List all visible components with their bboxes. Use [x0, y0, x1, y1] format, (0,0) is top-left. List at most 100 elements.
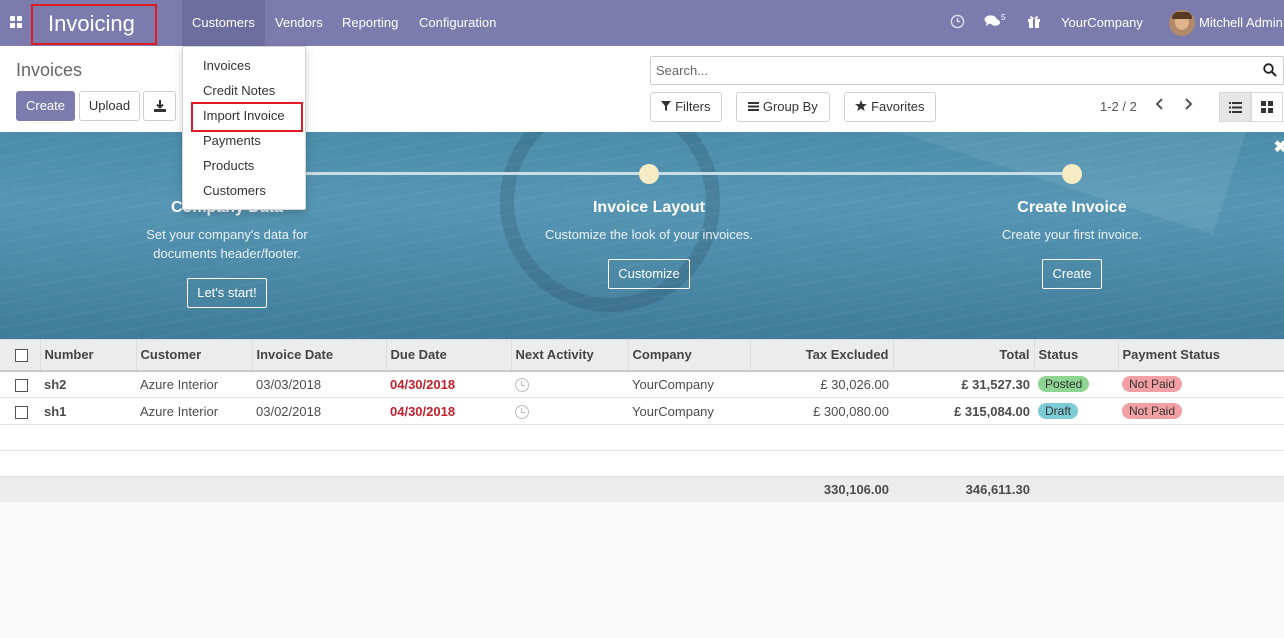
column-next-activity[interactable]: Next Activity: [510, 339, 628, 371]
dropdown-item-products[interactable]: Products: [203, 158, 254, 173]
favorites-label: Favorites: [871, 99, 925, 114]
step-description: Customize the look of your invoices.: [544, 227, 754, 242]
list-view-icon: [1228, 101, 1242, 113]
payment-status-badge: Not Paid: [1122, 376, 1183, 393]
total-amount: 346,611.30: [965, 481, 1030, 497]
step-description-2: documents header/footer.: [153, 246, 301, 261]
menu-customers[interactable]: Customers: [182, 0, 265, 46]
activity-clock-icon[interactable]: [950, 14, 965, 29]
cell-number: sh1: [44, 403, 67, 419]
apps-menu-icon[interactable]: [10, 16, 22, 28]
cell-tax-excluded: £ 300,080.00: [813, 403, 889, 419]
row-checkbox[interactable]: [15, 405, 28, 419]
column-tax-excluded[interactable]: Tax Excluded: [749, 339, 893, 371]
search-box: [650, 56, 1284, 85]
pager-next-icon[interactable]: [1183, 98, 1193, 110]
step-title: Create Invoice: [1017, 199, 1127, 216]
dropdown-item-credit-notes[interactable]: Credit Notes: [203, 83, 275, 98]
group-by-label: Group By: [762, 99, 818, 114]
column-total[interactable]: Total: [892, 339, 1034, 371]
activity-clock-icon[interactable]: [515, 404, 529, 419]
cell-company: YourCompany: [632, 403, 714, 419]
pager-value[interactable]: 1-2 / 2: [1100, 99, 1137, 114]
star-icon: [855, 100, 868, 111]
step-company-data: Company Data Set your company's data for…: [77, 199, 377, 308]
filter-icon: [661, 101, 672, 111]
step-dot-invoice-layout: [639, 164, 659, 184]
pager-previous-icon[interactable]: [1155, 98, 1165, 110]
kanban-view-button[interactable]: [1251, 92, 1283, 122]
dropdown-item-invoices[interactable]: Invoices: [203, 58, 251, 73]
row-checkbox[interactable]: [15, 378, 28, 392]
kanban-view-icon: [1261, 101, 1273, 113]
table-row[interactable]: sh1 Azure Interior 03/02/2018 04/30/2018…: [0, 397, 1284, 425]
upload-button[interactable]: Upload: [79, 91, 140, 121]
download-button[interactable]: [143, 91, 176, 121]
step-dot-create-invoice: [1062, 164, 1082, 184]
menu-vendors[interactable]: Vendors: [265, 0, 333, 46]
filters-button[interactable]: Filters: [650, 92, 722, 122]
group-by-button[interactable]: Group By: [736, 92, 830, 122]
invoice-table: Number Customer Invoice Date Due Date Ne…: [0, 339, 1284, 502]
cell-customer: Azure Interior: [140, 403, 219, 419]
cell-invoice-date: 03/02/2018: [256, 403, 322, 419]
step-description: Create your first invoice.: [1001, 227, 1143, 242]
cell-number: sh2: [44, 376, 67, 392]
menu-configuration[interactable]: Configuration: [409, 0, 506, 46]
download-icon: [153, 100, 166, 112]
status-badge: Draft: [1038, 403, 1079, 419]
messages-count-badge: 5: [1001, 13, 1006, 22]
app-title[interactable]: Invoicing: [31, 4, 157, 45]
top-navbar: Invoicing Customers Vendors Reporting Co…: [0, 0, 1284, 46]
user-avatar[interactable]: [1169, 10, 1195, 36]
search-input[interactable]: [651, 57, 1241, 84]
column-due-date[interactable]: Due Date: [385, 339, 511, 371]
menu-reporting[interactable]: Reporting: [332, 0, 408, 46]
lets-start-button[interactable]: Let's start!: [187, 278, 267, 308]
column-invoice-date[interactable]: Invoice Date: [251, 339, 386, 371]
column-customer[interactable]: Customer: [135, 339, 252, 371]
gift-icon[interactable]: [1027, 14, 1041, 28]
column-status[interactable]: Status: [1033, 339, 1118, 371]
dropdown-item-customers[interactable]: Customers: [203, 183, 266, 198]
customize-button[interactable]: Customize: [608, 259, 690, 289]
customers-dropdown-menu: Invoices Credit Notes Import Invoice Pay…: [182, 46, 306, 210]
status-badge: Posted: [1038, 376, 1090, 393]
list-view-button[interactable]: [1219, 92, 1251, 122]
activity-clock-icon[interactable]: [515, 378, 529, 393]
breadcrumb: Invoices: [16, 60, 83, 80]
cell-company: YourCompany: [632, 376, 714, 392]
empty-row: [0, 424, 1284, 451]
step-invoice-layout: Invoice Layout Customize the look of you…: [499, 199, 799, 289]
select-all-checkbox[interactable]: [15, 349, 28, 363]
cell-invoice-date: 03/03/2018: [256, 376, 322, 392]
user-menu[interactable]: Mitchell Admin: [1199, 0, 1283, 46]
search-icon[interactable]: [1263, 63, 1277, 77]
cell-due-date: 04/30/2018: [390, 403, 456, 419]
column-company[interactable]: Company: [627, 339, 750, 371]
group-by-icon: [748, 102, 760, 111]
filters-label: Filters: [675, 99, 711, 114]
cell-total: £ 31,527.30: [961, 376, 1030, 392]
dropdown-item-import-invoice[interactable]: Import Invoice: [203, 108, 285, 123]
cell-tax-excluded: £ 30,026.00: [820, 376, 889, 392]
company-switcher[interactable]: YourCompany: [1061, 0, 1143, 46]
table-row[interactable]: sh2 Azure Interior 03/03/2018 04/30/2018…: [0, 370, 1284, 398]
cell-customer: Azure Interior: [140, 376, 219, 392]
create-invoice-button[interactable]: Create: [1042, 259, 1102, 289]
step-create-invoice: Create Invoice Create your first invoice…: [922, 199, 1222, 289]
column-number[interactable]: Number: [39, 339, 136, 371]
create-button[interactable]: Create: [16, 91, 75, 121]
messages-icon[interactable]: [984, 14, 1001, 29]
favorites-button[interactable]: Favorites: [844, 92, 936, 122]
empty-row: [0, 450, 1284, 477]
cell-total: £ 315,084.00: [954, 403, 1030, 419]
totals-row: 330,106.00 346,611.30: [0, 476, 1284, 502]
table-header-row: Number Customer Invoice Date Due Date Ne…: [0, 339, 1284, 371]
payment-status-badge: Not Paid: [1122, 403, 1183, 419]
dropdown-item-payments[interactable]: Payments: [203, 133, 261, 148]
step-description: Set your company's data for: [146, 227, 308, 242]
close-icon[interactable]: ✖: [1274, 137, 1284, 157]
column-payment-status[interactable]: Payment Status: [1117, 339, 1284, 371]
step-title: Invoice Layout: [592, 199, 706, 216]
